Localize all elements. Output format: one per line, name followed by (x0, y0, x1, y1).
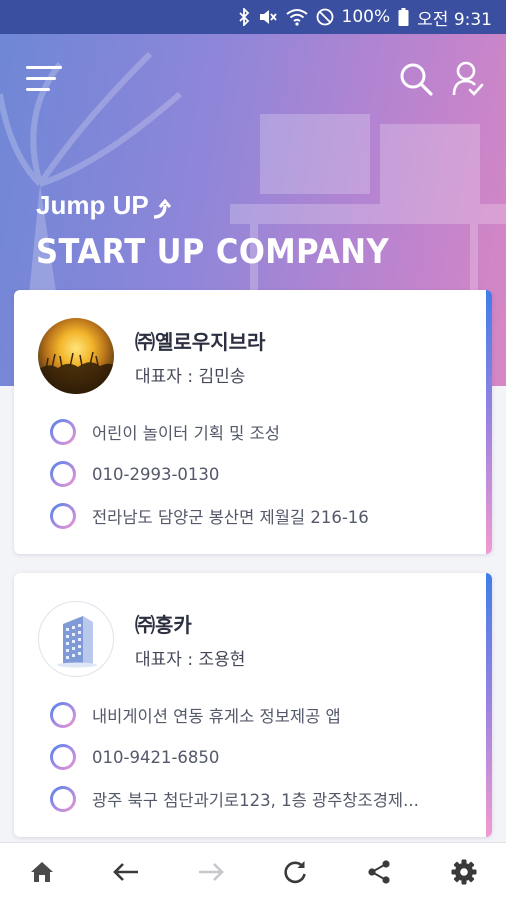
refresh-icon (284, 860, 306, 883)
business-row: 어린이 놀이터 기획 및 조성 (50, 418, 280, 446)
battery-icon (398, 8, 409, 26)
clock: 오전 9:31 (417, 9, 492, 30)
business-text: 어린이 놀이터 기획 및 조성 (92, 424, 280, 443)
menu-button[interactable] (26, 66, 64, 94)
user-check-icon (452, 61, 484, 96)
address-row[interactable]: 전라남도 담양군 봉산면 제월길 216-16 (50, 502, 369, 530)
company-name: ㈜옐로우지브라 (135, 330, 266, 354)
bottom-navigation (0, 842, 506, 900)
user-button[interactable] (452, 61, 484, 97)
company-card[interactable]: ㈜홍카 대표자 : 조용현 내비게이션 연동 휴게소 정보제공 앱 010-94… (14, 573, 492, 837)
home-icon (31, 861, 54, 882)
forward-arrow-icon (198, 862, 224, 881)
address-text: 광주 북구 첨단과기로123, 1층 광주창조경제... (92, 791, 419, 810)
company-ceo: 대표자 : 조용현 (135, 650, 246, 670)
company-ceo: 대표자 : 김민송 (135, 367, 246, 387)
circle-bullet-icon (50, 744, 76, 770)
back-arrow-icon (113, 862, 139, 881)
business-text: 내비게이션 연동 휴게소 정보제공 앱 (92, 707, 341, 726)
address-text: 전라남도 담양군 봉산면 제월길 216-16 (92, 508, 369, 527)
home-button[interactable] (22, 852, 62, 892)
phone-text: 010-2993-0130 (92, 464, 220, 484)
jump-up-logo: Jump UP (36, 190, 171, 221)
status-bar: 100% 오전 9:31 (0, 0, 506, 34)
phone-text: 010-9421-6850 (92, 747, 220, 767)
logo-arrow-icon (153, 199, 171, 219)
share-button[interactable] (359, 852, 399, 892)
card-accent-bar (486, 290, 492, 554)
card-accent-bar (486, 573, 492, 837)
company-logo (38, 601, 114, 677)
circle-bullet-icon (50, 419, 76, 445)
business-row: 내비게이션 연동 휴게소 정보제공 앱 (50, 701, 341, 729)
circle-bullet-icon (50, 461, 76, 487)
circle-bullet-icon (50, 786, 76, 812)
battery-percent: 100% (341, 7, 391, 27)
search-icon (400, 63, 433, 96)
do-not-disturb-icon (316, 8, 334, 26)
bluetooth-icon (238, 8, 250, 26)
phone-row[interactable]: 010-9421-6850 (50, 743, 219, 771)
company-name: ㈜홍카 (135, 613, 192, 637)
address-row[interactable]: 광주 북구 첨단과기로123, 1층 광주창조경제... (50, 785, 419, 813)
back-button[interactable] (106, 852, 146, 892)
circle-bullet-icon (50, 702, 76, 728)
refresh-button[interactable] (275, 852, 315, 892)
company-card[interactable]: ㈜옐로우지브라 대표자 : 김민송 어린이 놀이터 기획 및 조성 010-29… (14, 290, 492, 554)
share-icon (368, 859, 391, 884)
circle-bullet-icon (50, 503, 76, 529)
phone-row[interactable]: 010-2993-0130 (50, 460, 219, 488)
settings-icon (451, 859, 477, 884)
menu-icon (26, 66, 62, 69)
wifi-icon (285, 8, 308, 26)
search-button[interactable] (399, 62, 433, 96)
settings-button[interactable] (444, 852, 484, 892)
forward-button[interactable] (191, 852, 231, 892)
page-title: START UP COMPANY (36, 232, 390, 272)
mute-icon (258, 8, 278, 26)
company-logo (38, 318, 114, 394)
